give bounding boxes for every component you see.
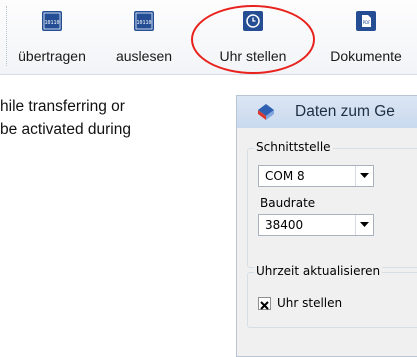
document-text-line-1: hile transferring or xyxy=(0,98,125,115)
baud-rate-select-arrow[interactable] xyxy=(355,215,373,235)
set-clock-checkbox[interactable] xyxy=(258,297,271,310)
baud-rate-select-value: 38400 xyxy=(265,218,304,232)
interface-groupbox: Schnittstelle COM 8 Baudrate 38400 xyxy=(247,140,417,268)
documents-button[interactable]: PDF Dokumente xyxy=(318,4,414,70)
baud-rate-select[interactable]: 38400 xyxy=(258,214,374,236)
set-clock-checkbox-label[interactable]: Uhr stellen xyxy=(277,296,342,310)
set-clock-button[interactable]: Uhr stellen xyxy=(204,4,302,70)
port-select[interactable]: COM 8 xyxy=(258,165,374,187)
toolbar: 10110 übertragen 10110 auslesen Uhr stel… xyxy=(0,0,417,75)
dialog-body: Schnittstelle COM 8 Baudrate 38400 Uhrze… xyxy=(237,128,417,356)
transfer-device-icon: 10110 xyxy=(42,11,62,31)
interface-group-legend: Schnittstelle xyxy=(254,140,333,154)
port-select-arrow[interactable] xyxy=(355,166,373,186)
pdf-document-icon: PDF xyxy=(356,11,376,31)
transfer-button-label: übertragen xyxy=(18,48,86,64)
transfer-button[interactable]: 10110 übertragen xyxy=(6,4,98,70)
dialog-titlebar[interactable]: Daten zum Ge xyxy=(237,96,417,128)
documents-button-label: Dokumente xyxy=(330,48,402,64)
read-out-button[interactable]: 10110 auslesen xyxy=(104,4,184,70)
chevron-down-icon xyxy=(360,222,369,227)
baud-rate-label: Baudrate xyxy=(260,196,316,210)
time-update-group-legend: Uhrzeit aktualisieren xyxy=(254,264,383,278)
svg-text:PDF: PDF xyxy=(363,20,371,25)
svg-text:10110: 10110 xyxy=(136,20,151,26)
device-data-dialog: Daten zum Ge Schnittstelle COM 8 Baudrat… xyxy=(236,95,417,357)
document-text: hile transferring or be activated during xyxy=(0,95,230,141)
dialog-title: Daten zum Ge xyxy=(295,103,395,120)
svg-text:10110: 10110 xyxy=(44,20,59,26)
app-logo-icon xyxy=(258,104,274,120)
port-select-value: COM 8 xyxy=(265,169,305,183)
clock-icon xyxy=(243,11,263,31)
checkmark-x-icon xyxy=(260,301,269,310)
time-update-groupbox: Uhrzeit aktualisieren Uhr stellen xyxy=(247,264,417,328)
document-text-line-2: be activated during xyxy=(0,121,131,138)
set-clock-button-label: Uhr stellen xyxy=(219,48,287,64)
chevron-down-icon xyxy=(360,173,369,178)
read-device-icon: 10110 xyxy=(134,11,154,31)
read-out-button-label: auslesen xyxy=(115,48,173,64)
